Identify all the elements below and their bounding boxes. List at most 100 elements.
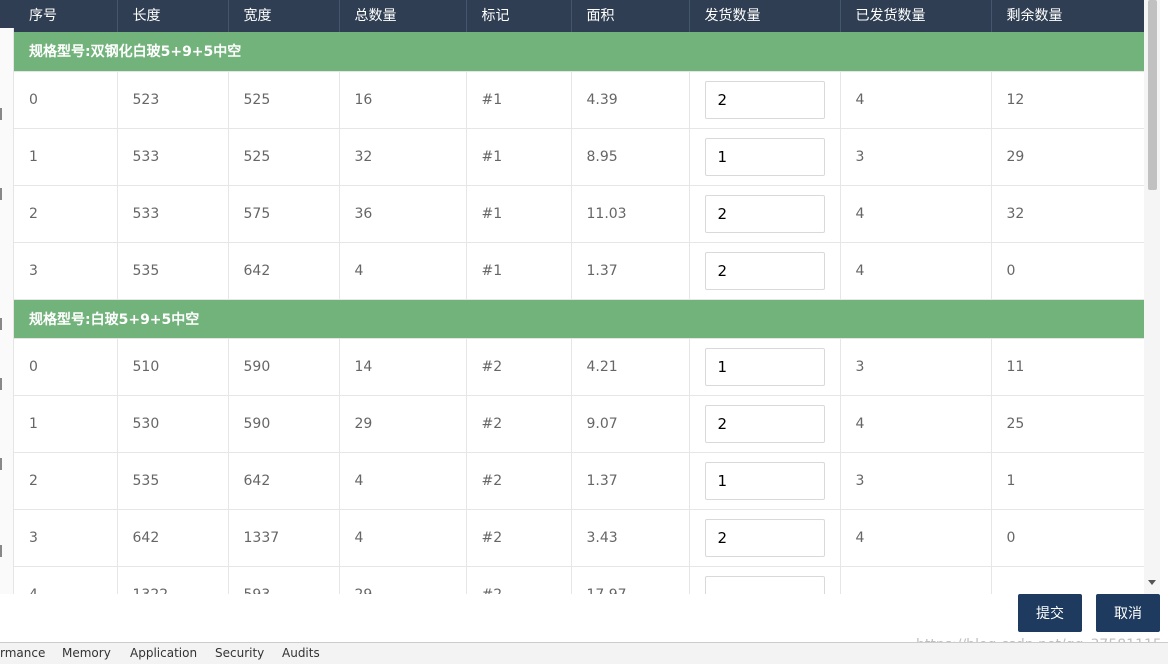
table-row: 153352532#18.95 329 xyxy=(14,128,1144,186)
cell-width: 525 xyxy=(228,128,340,186)
ship-qty-input[interactable] xyxy=(704,518,825,557)
scrollbar-thumb[interactable] xyxy=(1148,0,1157,190)
cell-mark: #2 xyxy=(466,395,572,453)
ship-qty-input[interactable] xyxy=(704,347,825,386)
cell-area: 1.37 xyxy=(571,452,690,510)
cell-remaining: 0 xyxy=(991,509,1144,567)
group-header-row: 规格型号:双钢化白玻5+9+5中空 xyxy=(14,32,1144,72)
cell-shipped: 4 xyxy=(840,509,992,567)
background-text-fragment xyxy=(0,188,2,200)
table-row: 153059029#29.07 425 xyxy=(14,395,1144,453)
cell-shipped: 3 xyxy=(840,128,992,186)
cell-remaining: 29 xyxy=(991,128,1144,186)
ship-qty-input[interactable] xyxy=(704,137,825,176)
cell-length: 510 xyxy=(117,338,229,396)
cell-shipped: 4 xyxy=(840,71,992,129)
ship-qty-cell xyxy=(689,185,841,243)
cell-width: 590 xyxy=(228,338,340,396)
devtools-tab-application[interactable]: Application xyxy=(130,646,197,660)
cell-total: 4 xyxy=(339,452,467,510)
cell-index: 0 xyxy=(14,71,118,129)
cell-length: 535 xyxy=(117,452,229,510)
cell-width: 590 xyxy=(228,395,340,453)
submit-button[interactable]: 提交 xyxy=(1018,594,1082,632)
cell-remaining: 12 xyxy=(991,71,1144,129)
dialog-footer: 提交 取消 xyxy=(0,594,1168,642)
cell-index: 0 xyxy=(14,338,118,396)
cell-index: 3 xyxy=(14,242,118,300)
cell-index: 2 xyxy=(14,185,118,243)
cell-length: 1322 xyxy=(117,566,229,594)
cell-total: 36 xyxy=(339,185,467,243)
cell-width: 1337 xyxy=(228,509,340,567)
column-header-index: 序号 xyxy=(14,0,118,32)
ship-qty-cell xyxy=(689,452,841,510)
background-text-fragment xyxy=(0,378,2,390)
cell-area: 4.21 xyxy=(571,338,690,396)
column-header-ship-qty: 发货数量 xyxy=(689,0,841,32)
background-text-fragment xyxy=(0,545,2,557)
cell-mark: #2 xyxy=(466,509,572,567)
cell-width: 593 xyxy=(228,566,340,594)
group-title: 规格型号:双钢化白玻5+9+5中空 xyxy=(14,32,1144,72)
background-header-edge xyxy=(0,0,14,28)
table-header: 序号 长度 宽度 总数量 标记 面积 发货数量 已发货数量 剩余数量 xyxy=(14,0,1144,32)
ship-qty-cell xyxy=(689,566,841,594)
background-text-fragment xyxy=(0,458,2,470)
table-row: 35356424#11.3740 xyxy=(14,242,1144,300)
devtools-tab-security[interactable]: Security xyxy=(215,646,264,660)
cell-length: 533 xyxy=(117,185,229,243)
ship-qty-cell xyxy=(689,338,841,396)
scroll-down-arrow-icon[interactable] xyxy=(1148,580,1156,585)
cell-shipped: 4 xyxy=(840,242,992,300)
cell-remaining: 11 xyxy=(991,338,1144,396)
cell-total: 16 xyxy=(339,71,467,129)
ship-qty-input[interactable] xyxy=(704,251,825,290)
cell-shipped xyxy=(840,566,992,594)
devtools-tab-performance[interactable]: rmance xyxy=(0,646,45,660)
cell-width: 642 xyxy=(228,242,340,300)
cell-mark: #2 xyxy=(466,452,572,510)
column-header-mark: 标记 xyxy=(466,0,572,32)
dialog-page: 序号 长度 宽度 总数量 标记 面积 发货数量 已发货数量 剩余数量 规格型号:双钢化白玻5+9… xyxy=(0,0,1168,664)
cell-shipped: 3 xyxy=(840,338,992,396)
ship-qty-cell xyxy=(689,395,841,453)
cell-index: 3 xyxy=(14,509,118,567)
ship-qty-cell xyxy=(689,242,841,300)
ship-qty-cell xyxy=(689,71,841,129)
table-row: 364213374#23.4340 xyxy=(14,509,1144,567)
cell-remaining: 32 xyxy=(991,185,1144,243)
cell-shipped: 4 xyxy=(840,395,992,453)
ship-qty-input[interactable] xyxy=(704,461,825,500)
cell-index: 2 xyxy=(14,452,118,510)
cancel-button[interactable]: 取消 xyxy=(1096,594,1160,632)
table-scroll-area[interactable]: 序号 长度 宽度 总数量 标记 面积 发货数量 已发货数量 剩余数量 规格型号:双钢化白玻5+9… xyxy=(14,0,1144,594)
background-page-edge xyxy=(0,0,14,642)
cell-length: 642 xyxy=(117,509,229,567)
ship-qty-input[interactable] xyxy=(704,404,825,443)
cell-total: 29 xyxy=(339,566,467,594)
cell-width: 575 xyxy=(228,185,340,243)
cell-length: 530 xyxy=(117,395,229,453)
cell-area: 11.03 xyxy=(571,185,690,243)
column-header-remaining: 剩余数量 xyxy=(991,0,1144,32)
ship-qty-input[interactable] xyxy=(704,80,825,119)
group-header-row: 规格型号:白玻5+9+5中空 xyxy=(14,299,1144,339)
table-row: 4132259329#217.97 xyxy=(14,566,1144,594)
cell-area: 1.37 xyxy=(571,242,690,300)
cell-length: 535 xyxy=(117,242,229,300)
table-body: 规格型号:双钢化白玻5+9+5中空052352516#14.3941215335… xyxy=(14,32,1144,594)
devtools-tab-memory[interactable]: Memory xyxy=(62,646,111,660)
ship-qty-input[interactable] xyxy=(704,575,825,594)
cell-mark: #2 xyxy=(466,566,572,594)
vertical-scrollbar[interactable] xyxy=(1144,0,1160,594)
cell-length: 523 xyxy=(117,71,229,129)
devtools-tab-audits[interactable]: Audits xyxy=(282,646,320,660)
cell-index: 1 xyxy=(14,128,118,186)
cell-remaining: 1 xyxy=(991,452,1144,510)
devtools-tab-bar: rmance Memory Application Security Audit… xyxy=(0,642,1168,664)
ship-qty-cell xyxy=(689,509,841,567)
table-row: 051059014#24.21 311 xyxy=(14,338,1144,396)
cell-remaining: 0 xyxy=(991,242,1144,300)
ship-qty-input[interactable] xyxy=(704,194,825,233)
